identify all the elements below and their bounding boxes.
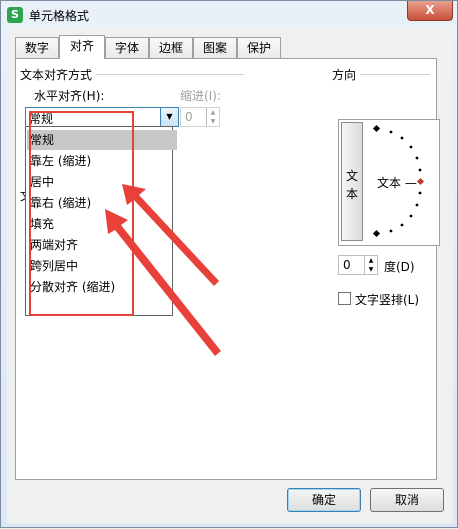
- annotation-arrows: [105, 184, 221, 356]
- dialog-window: S 单元格格式 X 数字 对齐 字体 边框 图案 保护 文本对齐方式 水平对齐(…: [0, 0, 458, 528]
- annotation-arrow: [122, 184, 219, 286]
- tab-alignment[interactable]: 对齐: [59, 35, 105, 59]
